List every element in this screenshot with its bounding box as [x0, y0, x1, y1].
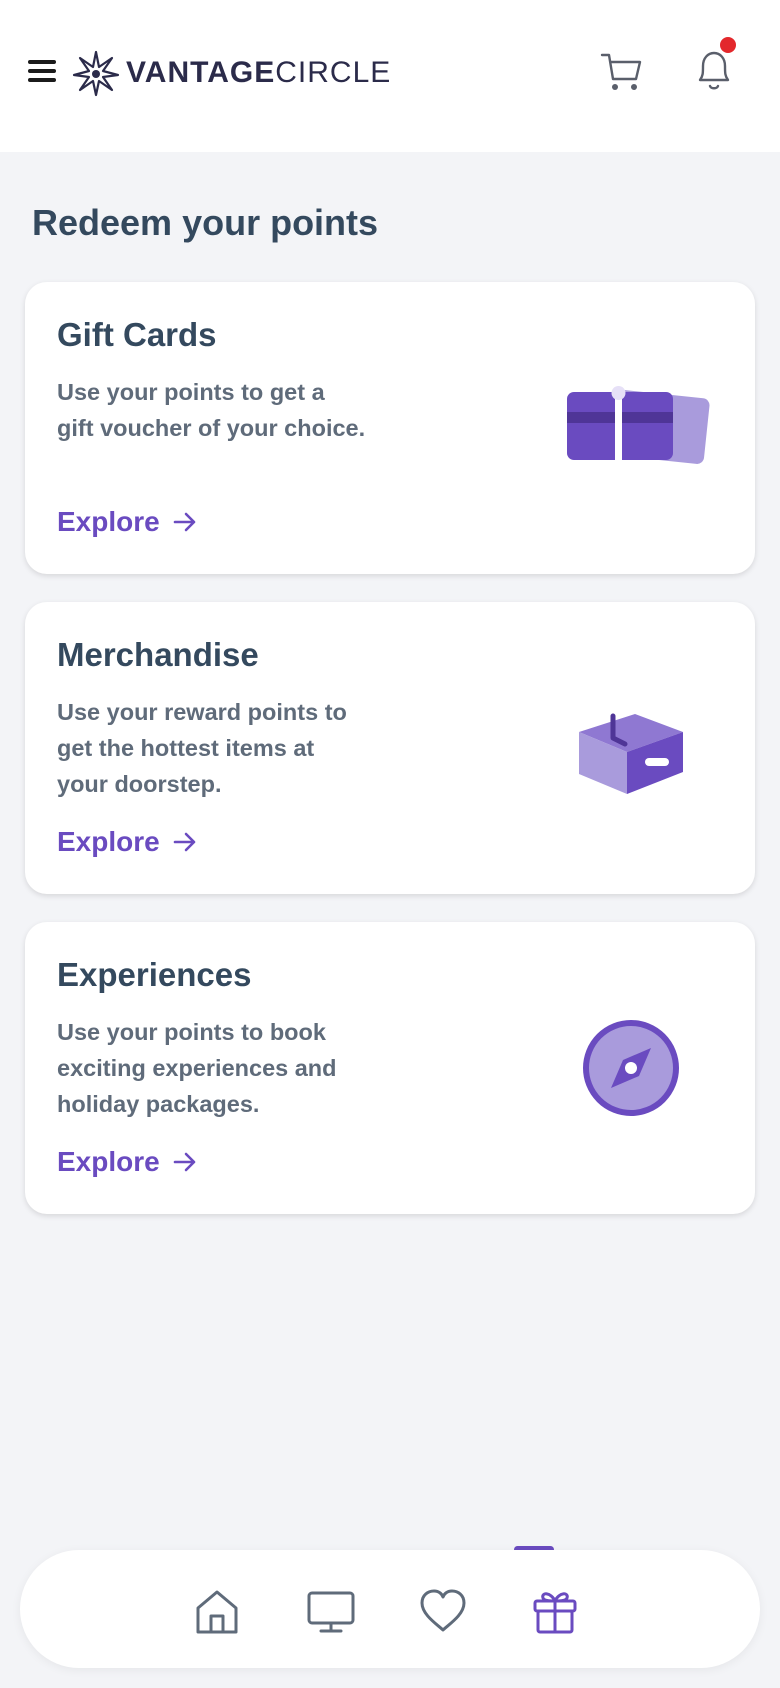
gift-card-icon: [567, 386, 710, 464]
merchandise-card[interactable]: Merchandise Use your reward points to ge…: [25, 602, 755, 894]
card-description: Use your reward points to get the hottes…: [57, 699, 347, 797]
card-description: Use your points to get a gift voucher of…: [57, 379, 366, 441]
logo-text-light: CIRCLE: [275, 56, 392, 89]
logo-text-bold: VANTAGE: [126, 56, 276, 89]
logo-text: VANTAGECIRCLE: [126, 56, 391, 90]
explore-label: Explore: [57, 826, 160, 857]
explore-label: Explore: [57, 506, 160, 537]
logo-star-icon: [72, 50, 120, 97]
bottom-nav: [20, 1550, 760, 1668]
gift-icon[interactable]: [530, 1586, 580, 1636]
home-icon[interactable]: [192, 1586, 242, 1636]
explore-link[interactable]: Explore: [57, 826, 198, 858]
logo[interactable]: VANTAGECIRCLE: [72, 46, 391, 100]
box-icon: [579, 713, 683, 794]
explore-label: Explore: [57, 1146, 160, 1177]
heart-icon[interactable]: [418, 1586, 468, 1636]
experiences-card[interactable]: Experiences Use your points to book exci…: [25, 922, 755, 1214]
arrow-right-icon: [173, 512, 196, 532]
card-title: Gift Cards: [57, 316, 217, 353]
bell-icon[interactable]: [692, 46, 736, 94]
explore-link[interactable]: Explore: [57, 506, 198, 538]
arrow-right-icon: [173, 1152, 196, 1172]
card-title: Merchandise: [57, 636, 259, 673]
explore-link[interactable]: Explore: [57, 1146, 198, 1178]
page-title: Redeem your points: [32, 202, 379, 243]
top-bar: VANTAGECIRCLE: [0, 0, 780, 152]
card-description: Use your points to book exciting experie…: [57, 1019, 337, 1117]
compass-icon: [583, 1020, 679, 1116]
menu-icon[interactable]: [28, 60, 56, 84]
gift-cards-card[interactable]: Gift Cards Use your points to get a gift…: [25, 282, 755, 574]
notification-badge: [720, 37, 736, 53]
monitor-icon[interactable]: [306, 1586, 356, 1636]
arrow-right-icon: [173, 832, 196, 852]
cart-icon[interactable]: [600, 50, 644, 94]
card-title: Experiences: [57, 956, 252, 993]
